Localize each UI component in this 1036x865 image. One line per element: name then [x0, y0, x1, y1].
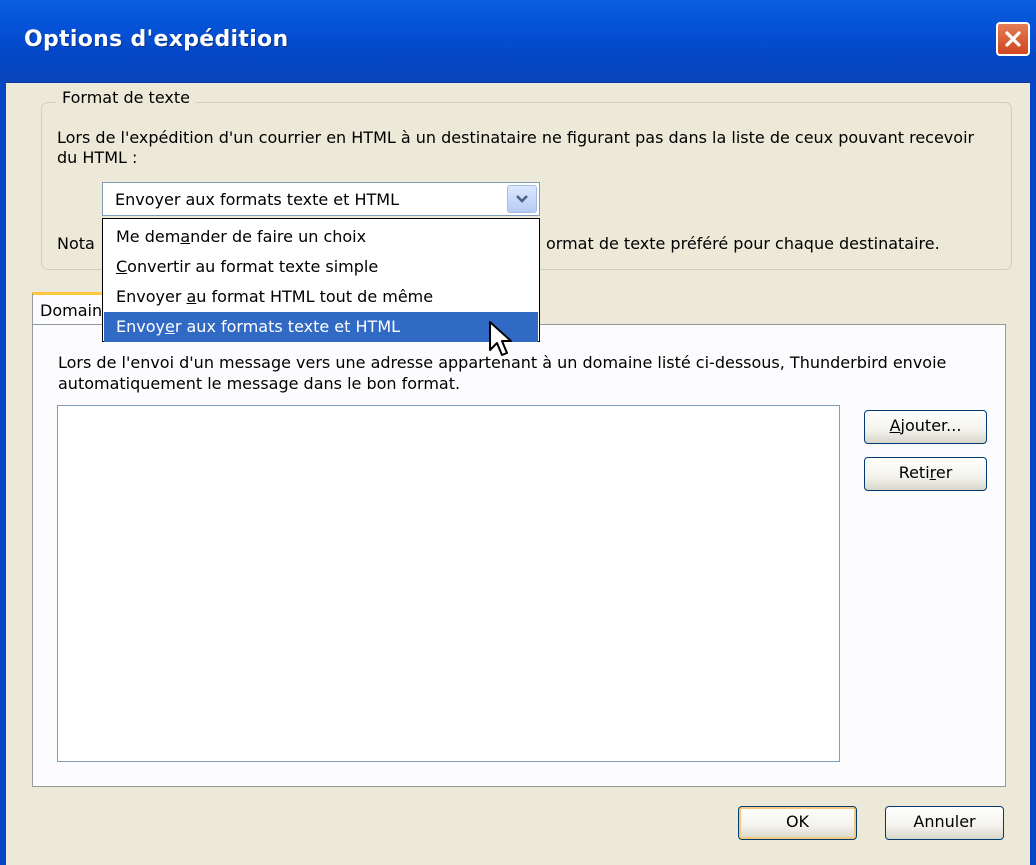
ok-button[interactable]: OK	[738, 806, 857, 840]
close-button[interactable]	[996, 22, 1030, 56]
option-label-end: u format HTML tout de même	[196, 287, 434, 306]
add-domain-label: jouter...	[900, 416, 962, 435]
option-accesskey: C	[116, 257, 128, 276]
window-title: Options d'expédition	[24, 27, 289, 52]
option-send-both-formats[interactable]: Envoyer aux formats texte et HTML	[104, 312, 538, 342]
note-text-start: Nota	[57, 234, 95, 253]
dialog-window: Options d'expédition Format de texte Lor…	[0, 0, 1036, 865]
chevron-down-icon	[516, 195, 528, 203]
title-bar[interactable]: Options d'expédition	[0, 0, 1036, 83]
window-right-border	[1030, 82, 1036, 865]
option-ask-choice[interactable]: Me demander de faire un choix	[104, 222, 538, 252]
option-label-start: Me dem	[116, 227, 181, 246]
text-format-legend: Format de texte	[56, 88, 196, 107]
option-accesskey: e	[164, 317, 175, 336]
option-label-end: r aux formats texte et HTML	[174, 317, 401, 336]
option-label-end: nder de faire un choix	[190, 227, 367, 246]
window-left-border	[0, 82, 6, 865]
send-format-dropdown-button[interactable]	[507, 185, 537, 213]
option-label-start: Envoy	[116, 317, 165, 336]
cancel-button[interactable]: Annuler	[885, 806, 1004, 840]
option-label-end: onvertir au format texte simple	[127, 257, 379, 276]
add-domain-button[interactable]: Ajouter...	[864, 410, 987, 444]
remove-domain-label-end: er	[935, 463, 953, 482]
send-format-options-list: Me demander de faire un choix Convertir …	[102, 218, 540, 342]
option-convert-plain-text[interactable]: Convertir au format texte simple	[104, 252, 538, 282]
send-format-select[interactable]: Envoyer aux formats texte et HTML	[102, 182, 540, 216]
option-send-html-anyway[interactable]: Envoyer au format HTML tout de même	[104, 282, 538, 312]
close-icon	[1005, 31, 1021, 47]
tab-domains[interactable]: Domaines	[32, 292, 112, 326]
domains-description: Lors de l'envoi d'un message vers une ad…	[58, 353, 947, 393]
add-domain-accesskey: A	[889, 416, 901, 435]
note-text-end: ormat de texte préféré pour chaque desti…	[546, 234, 940, 253]
text-format-description: Lors de l'expédition d'un courrier en HT…	[57, 128, 975, 167]
domains-listbox[interactable]	[57, 405, 840, 762]
option-accesskey: a	[186, 287, 197, 306]
remove-domain-button[interactable]: Retirer	[864, 457, 987, 491]
mouse-pointer-icon	[489, 321, 512, 356]
remove-domain-label-start: Reti	[898, 463, 930, 482]
send-format-selected-value: Envoyer aux formats texte et HTML	[115, 190, 400, 209]
option-accesskey: a	[180, 227, 191, 246]
option-label-start: Envoyer	[116, 287, 187, 306]
